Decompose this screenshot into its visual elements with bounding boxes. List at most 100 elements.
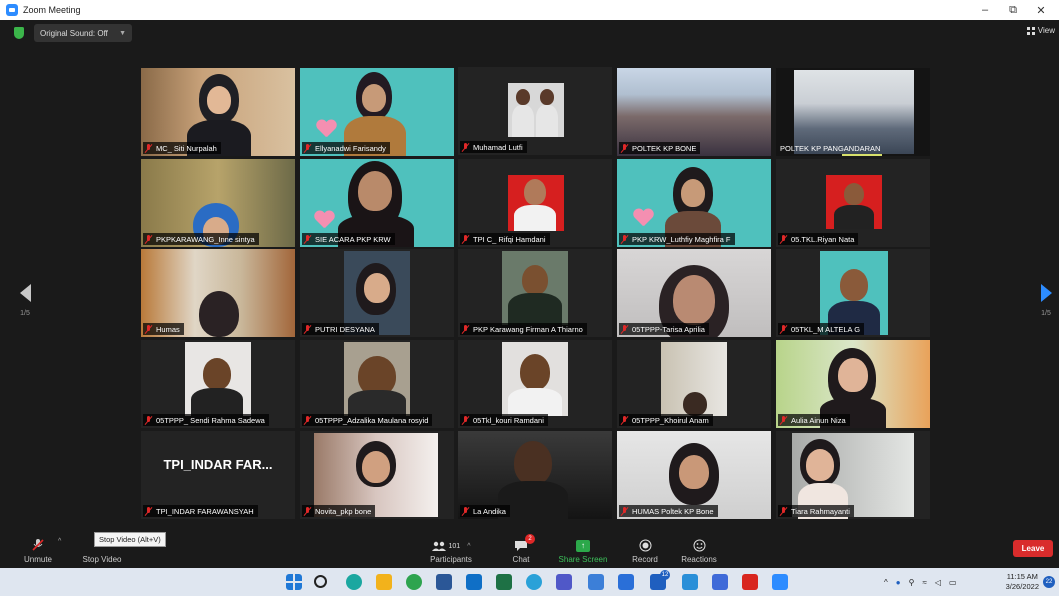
windows-start-icon[interactable] xyxy=(286,574,302,590)
video-tile[interactable]: PUTRI DESYANA xyxy=(300,249,454,337)
muted-mic-icon xyxy=(621,415,629,425)
participant-name: PUTRI DESYANA xyxy=(302,323,379,335)
participant-name: 05Tkl_kouri Ramdani xyxy=(460,414,548,426)
notification-badge[interactable]: 22 xyxy=(1043,576,1055,588)
telegram-icon[interactable] xyxy=(526,574,542,590)
calculator-icon[interactable] xyxy=(618,574,634,590)
video-tile[interactable]: 05TPPP_Khoirul Anam xyxy=(617,340,771,428)
muted-mic-icon xyxy=(462,234,470,244)
video-tile[interactable]: PKP Karawang Firman A Thiarno xyxy=(458,249,612,337)
participant-name: POLTEK KP BONE xyxy=(619,142,701,154)
video-tile[interactable]: POLTEK KP BONE xyxy=(617,68,771,156)
muted-mic-icon xyxy=(304,234,312,244)
photo-viewer-icon[interactable] xyxy=(682,574,698,590)
unmute-button[interactable]: Unmute xyxy=(18,532,58,568)
participant-name: Aulia Ainun Niza xyxy=(778,414,850,426)
video-tile[interactable]: SIE ACARA PKP KRW xyxy=(300,159,454,247)
muted-mic-icon xyxy=(145,415,153,425)
video-tile[interactable]: 05Tkl_kouri Ramdani xyxy=(458,340,612,428)
reactions-button[interactable]: Reactions xyxy=(678,532,720,568)
muted-mic-icon xyxy=(145,324,153,334)
volume-icon[interactable]: ◁ xyxy=(935,578,941,587)
view-button[interactable]: View xyxy=(1026,26,1055,35)
battery-icon[interactable]: ▭ xyxy=(949,578,957,587)
wifi-icon[interactable]: ≈ xyxy=(922,578,926,587)
acrobat-icon[interactable] xyxy=(742,574,758,590)
video-tile[interactable]: TPI C_ Rifqi Hamdani xyxy=(458,159,612,247)
muted-mic-icon xyxy=(304,324,312,334)
video-tile[interactable]: MC_ Siti Nurpalah xyxy=(141,68,295,156)
excel-icon[interactable] xyxy=(496,574,512,590)
audio-options-chevron-icon[interactable]: ^ xyxy=(58,538,61,545)
share-screen-icon: ↑ xyxy=(576,540,590,552)
video-tile[interactable]: PKPKARAWANG_Inne sintya xyxy=(141,159,295,247)
zoom-taskbar-icon[interactable] xyxy=(772,574,788,590)
participant-name: Humas xyxy=(143,323,184,335)
participant-name: SIE ACARA PKP KRW xyxy=(302,233,395,245)
muted-mic-icon xyxy=(780,415,788,425)
participant-name: PKPKARAWANG_Inne sintya xyxy=(143,233,259,245)
media-icon[interactable] xyxy=(712,574,728,590)
video-tile[interactable]: Ellyanadwi Farisandy xyxy=(300,68,454,156)
video-tile[interactable]: POLTEK KP PANGANDARAN xyxy=(776,68,930,156)
video-tile[interactable]: 05TPPP_ Sendi Rahma Sadewa xyxy=(141,340,295,428)
close-button[interactable]: ✕ xyxy=(1029,0,1053,20)
muted-mic-icon xyxy=(145,234,153,244)
participants-button[interactable]: 101 ^ Participants xyxy=(424,532,478,568)
chat-app-icon[interactable] xyxy=(346,574,362,590)
word-icon[interactable] xyxy=(436,574,452,590)
notepad-icon[interactable] xyxy=(588,574,604,590)
video-tile[interactable]: PKP KRW_Luthfiy Maghfira F xyxy=(617,159,771,247)
clock-date: 3/26/2022 xyxy=(1005,582,1039,591)
participant-name: 05TPPP-Tarisa Aprilia xyxy=(619,323,709,335)
teams-icon[interactable] xyxy=(556,574,572,590)
onedrive-icon[interactable]: ● xyxy=(896,578,901,587)
participants-count: 101 xyxy=(448,543,461,550)
record-icon xyxy=(639,539,651,552)
outlook-icon[interactable] xyxy=(466,574,482,590)
chat-badge: 2 xyxy=(525,534,535,544)
record-button[interactable]: Record xyxy=(628,532,662,568)
video-tile[interactable]: 05.TKL.Riyan Nata xyxy=(776,159,930,247)
video-tile[interactable]: Novita_pkp bone xyxy=(300,431,454,519)
video-tile[interactable]: Tiara Rahmayanti xyxy=(776,431,930,519)
participant-name: Ellyanadwi Farisandy xyxy=(302,142,390,154)
participant-name: HUMAS Poltek KP Bone xyxy=(619,505,718,517)
previous-page-button[interactable]: 1/5 xyxy=(15,284,35,317)
video-tile[interactable]: 05TPPP-Tarisa Aprilia xyxy=(617,249,771,337)
video-tile[interactable]: TPI_INDAR FAR... TPI_INDAR FARAWANSYAH xyxy=(141,431,295,519)
video-tile[interactable]: HUMAS Poltek KP Bone xyxy=(617,431,771,519)
video-tile[interactable]: 05TPPP_Adzalika Maulana rosyid xyxy=(300,340,454,428)
share-screen-button[interactable]: ↑ Share Screen xyxy=(554,532,612,568)
mic-icon[interactable]: ⚲ xyxy=(909,578,915,587)
participants-chevron-icon[interactable]: ^ xyxy=(467,543,470,550)
video-tile[interactable]: 05TKL_M ALTELA G xyxy=(776,249,930,337)
participants-icon xyxy=(431,541,446,551)
leave-button[interactable]: Leave xyxy=(1013,540,1053,557)
original-sound-button[interactable]: Original Sound: Off ▼ xyxy=(34,24,132,42)
search-icon[interactable] xyxy=(314,575,327,588)
next-page-button[interactable]: 1/5 xyxy=(1036,284,1056,317)
chevron-down-icon[interactable]: ▼ xyxy=(119,30,126,37)
video-tile[interactable]: Humas xyxy=(141,249,295,337)
muted-mic-icon xyxy=(462,415,470,425)
chrome-icon[interactable] xyxy=(406,574,422,590)
windows-taskbar: 12 ^ ● ⚲ ≈ ◁ ▭ 11:15 AM 3/26/2022 22 xyxy=(0,568,1059,596)
minimize-button[interactable]: – xyxy=(973,0,997,20)
video-tile-active-speaker[interactable]: Muhamad Lutfi xyxy=(458,67,612,155)
muted-mic-icon xyxy=(462,142,470,152)
muted-mic-icon xyxy=(462,506,470,516)
clock[interactable]: 11:15 AM 3/26/2022 xyxy=(1006,572,1039,592)
participant-name: TPI_INDAR FARAWANSYAH xyxy=(143,505,258,517)
mic-muted-icon xyxy=(32,539,44,551)
muted-mic-icon xyxy=(304,143,312,153)
video-tile[interactable]: La Andika xyxy=(458,431,612,519)
chevron-up-icon[interactable]: ^ xyxy=(884,578,888,587)
file-explorer-icon[interactable] xyxy=(376,574,392,590)
maximize-button[interactable]: ⧉ xyxy=(1001,0,1025,20)
participant-name: 05TPPP_ Sendi Rahma Sadewa xyxy=(143,414,269,426)
muted-mic-icon xyxy=(621,324,629,334)
stop-video-tooltip: Stop Video (Alt+V) xyxy=(94,532,166,547)
security-shield-icon[interactable] xyxy=(14,27,24,39)
video-tile[interactable]: Aulia Ainun Niza xyxy=(776,340,930,428)
